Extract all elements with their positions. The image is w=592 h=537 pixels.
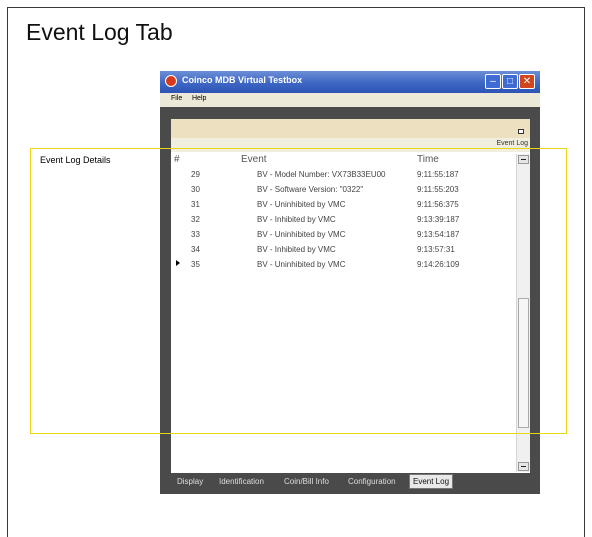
scroll-down-button[interactable] [518, 462, 529, 471]
close-button[interactable]: ✕ [519, 74, 535, 89]
menu-file[interactable]: File [171, 95, 182, 102]
event-log-caption: Event Log [496, 140, 528, 147]
minimize-button[interactable]: – [485, 74, 501, 89]
toolbar-strip [171, 126, 530, 138]
tab-identification[interactable]: Identification [219, 477, 264, 486]
header-strip [171, 119, 530, 126]
app-logo-icon [165, 75, 177, 87]
menu-help[interactable]: Help [192, 95, 206, 102]
tab-event-log[interactable]: Event Log [409, 474, 454, 489]
tab-coin-bill-info[interactable]: Coin/Bill Info [284, 477, 329, 486]
slide-title: Event Log Tab [26, 19, 173, 45]
tab-bar: Display Identification Coin/Bill Info Co… [171, 473, 530, 491]
tab-display[interactable]: Display [177, 477, 203, 486]
menu-bar: File Help [160, 93, 540, 107]
callout-box [30, 148, 567, 434]
title-bar[interactable]: Coinco MDB Virtual Testbox – □ ✕ [160, 71, 540, 93]
window-title: Coinco MDB Virtual Testbox [182, 75, 303, 85]
maximize-button[interactable]: □ [502, 74, 518, 89]
tab-configuration[interactable]: Configuration [348, 477, 396, 486]
callout-label: Event Log Details [40, 155, 111, 165]
collapse-icon[interactable] [518, 129, 524, 134]
